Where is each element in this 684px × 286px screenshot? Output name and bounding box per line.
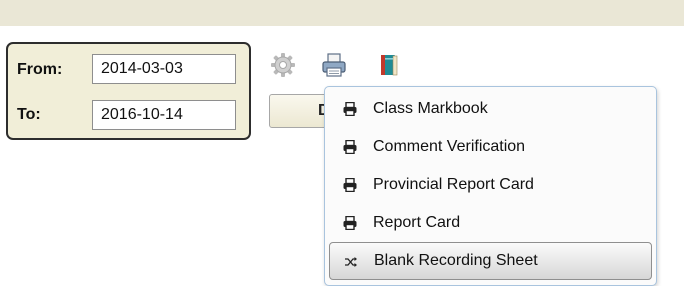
menu-item-class-markbook[interactable]: Class Markbook xyxy=(329,90,652,128)
shuffle-icon xyxy=(345,257,357,267)
top-bar xyxy=(0,0,684,26)
printer-icon xyxy=(343,178,357,192)
menu-item-label: Class Markbook xyxy=(373,100,488,117)
from-date-input[interactable] xyxy=(92,54,236,84)
to-date-input[interactable] xyxy=(92,100,236,130)
menu-item-label: Provincial Report Card xyxy=(373,176,534,193)
printer-icon xyxy=(343,140,357,154)
print-menu: Class Markbook Comment Verification Prov… xyxy=(324,86,657,286)
printer-icon xyxy=(343,102,357,116)
gear-icon[interactable] xyxy=(270,52,296,78)
menu-item-comment-verification[interactable]: Comment Verification xyxy=(329,128,652,166)
date-range-panel: From: To: xyxy=(6,42,251,140)
menu-item-label: Report Card xyxy=(373,214,461,231)
printer-icon[interactable] xyxy=(321,52,347,78)
from-label: From: xyxy=(17,61,63,78)
menu-item-provincial-report-card[interactable]: Provincial Report Card xyxy=(329,166,652,204)
menu-item-blank-recording-sheet[interactable]: Blank Recording Sheet xyxy=(329,242,652,280)
menu-item-label: Comment Verification xyxy=(373,138,526,155)
to-label: To: xyxy=(17,106,41,123)
menu-item-label: Blank Recording Sheet xyxy=(374,252,538,269)
book-icon[interactable] xyxy=(376,52,402,78)
printer-icon xyxy=(343,216,357,230)
menu-item-report-card[interactable]: Report Card xyxy=(329,204,652,242)
